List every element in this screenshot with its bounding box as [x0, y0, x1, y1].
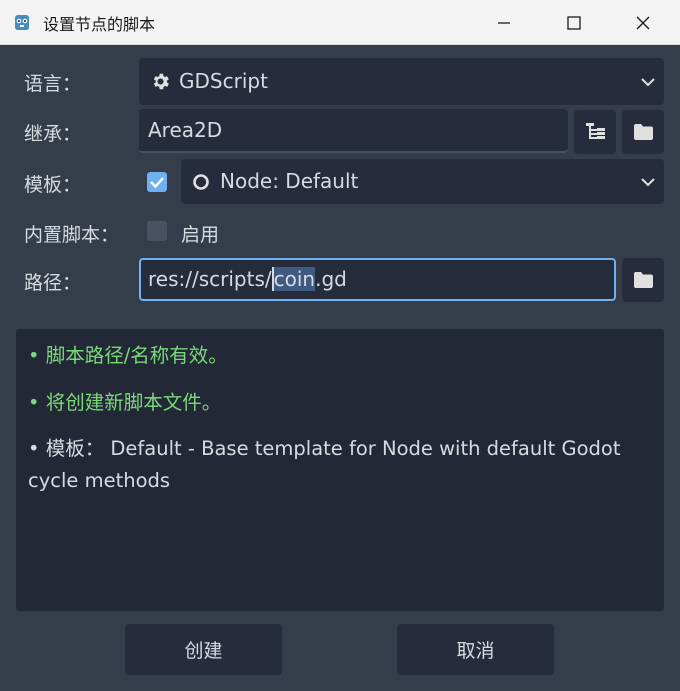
- node-tree-icon: [586, 123, 605, 139]
- folder-icon: [634, 272, 653, 288]
- minimize-button[interactable]: [469, 0, 539, 45]
- template-select[interactable]: Node: Default: [181, 159, 664, 204]
- close-button[interactable]: [608, 0, 678, 45]
- status-panel: • 脚本路径/名称有效。 • 将创建新脚本文件。 • 模板： Default -…: [16, 329, 664, 611]
- inherits-label: 继承：: [24, 123, 82, 145]
- status-message-valid-path: • 脚本路径/名称有效。: [28, 344, 228, 367]
- status-message-new-file: • 将创建新脚本文件。: [28, 391, 222, 414]
- path-prefix: res://scripts/: [148, 267, 272, 291]
- maximize-button[interactable]: [539, 0, 609, 45]
- create-button[interactable]: 创建: [125, 624, 282, 675]
- path-value: res://scripts/coin.gd: [148, 267, 347, 291]
- title-bar: 设置节点的脚本: [0, 0, 680, 45]
- window-title: 设置节点的脚本: [43, 15, 156, 34]
- godot-logo-icon: [15, 15, 29, 30]
- inherits-input[interactable]: Area2D: [139, 109, 568, 153]
- path-suffix: .gd: [315, 267, 347, 291]
- path-input[interactable]: res://scripts/coin.gd: [139, 258, 616, 301]
- close-icon: [636, 16, 650, 29]
- chevron-down-icon: [641, 78, 655, 87]
- path-label: 路径：: [24, 272, 82, 294]
- cancel-button[interactable]: 取消: [397, 624, 554, 675]
- maximize-icon: [567, 15, 581, 30]
- builtin-label: 内置脚本：: [24, 224, 120, 246]
- minimize-icon: [498, 21, 510, 24]
- template-value: Node: Default: [220, 169, 359, 193]
- language-select[interactable]: GDScript: [139, 58, 664, 105]
- builtin-toggle-label[interactable]: 启用: [181, 220, 219, 247]
- inherits-tree-button[interactable]: [574, 110, 616, 154]
- template-checkbox[interactable]: [147, 172, 167, 192]
- language-value: GDScript: [179, 69, 268, 93]
- gear-icon: [153, 73, 169, 90]
- inherits-browse-button[interactable]: [622, 110, 664, 154]
- inherits-value: Area2D: [148, 118, 223, 142]
- builtin-checkbox[interactable]: [147, 221, 167, 241]
- language-label: 语言：: [24, 73, 82, 95]
- status-message-template: • 模板： Default - Base template for Node w…: [28, 437, 621, 492]
- node-circle-icon: [193, 174, 209, 190]
- folder-icon: [634, 124, 653, 140]
- chevron-down-icon: [641, 178, 655, 187]
- template-label: 模板：: [24, 174, 82, 196]
- path-browse-button[interactable]: [622, 258, 664, 302]
- checkmark-icon: [150, 177, 164, 189]
- path-selection: coin: [271, 267, 316, 291]
